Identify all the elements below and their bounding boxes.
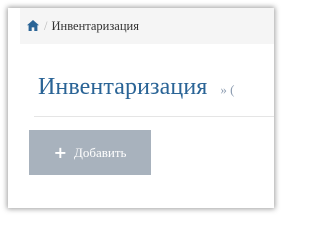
breadcrumb-separator: / (44, 18, 48, 33)
breadcrumb-current: Инвентаризация (51, 18, 139, 33)
page-title: Инвентаризация (38, 74, 208, 100)
add-button-label: Добавить (73, 144, 127, 160)
page-panel: / Инвентаризация Инвентаризация » ( + До… (8, 8, 274, 208)
breadcrumb: / Инвентаризация (20, 8, 274, 44)
page-subtitle: » ( (220, 82, 235, 97)
add-button[interactable]: + Добавить (29, 130, 151, 175)
header-divider (34, 116, 274, 117)
plus-icon: + (53, 142, 67, 162)
home-icon[interactable] (27, 19, 39, 31)
page-header: Инвентаризация » ( (38, 74, 235, 101)
